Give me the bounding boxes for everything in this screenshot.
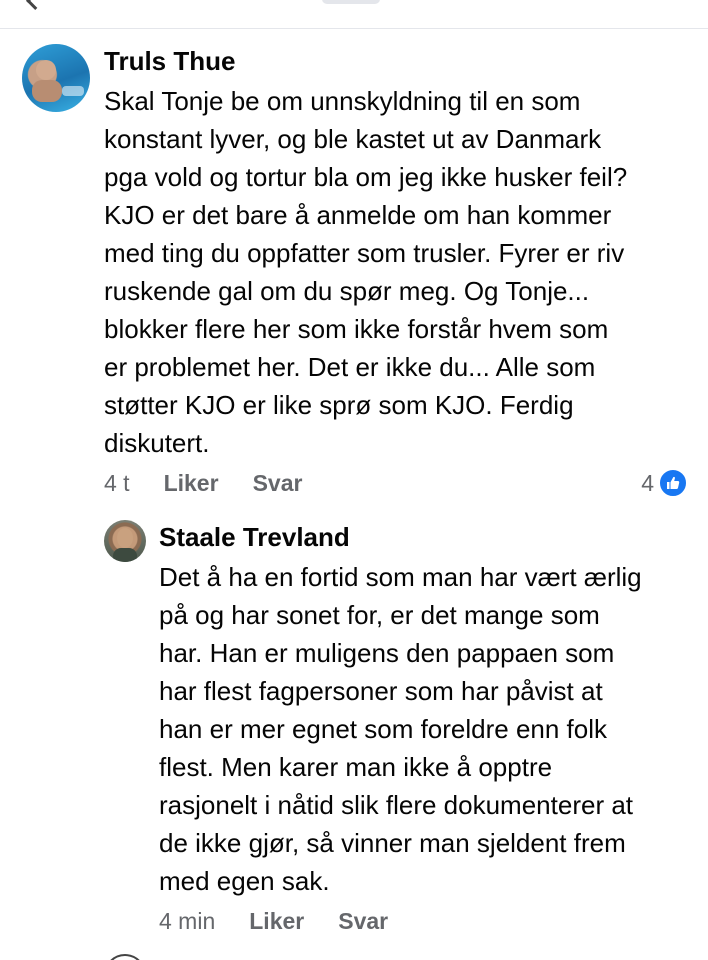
comment-line: støtter KJO er like sprø som KJO. Ferdig (104, 390, 574, 420)
comment-line: rasjonelt i nåtid slik flere dokumentere… (159, 790, 634, 820)
comment-line: blokker flere her som ikke forstår hvem … (104, 314, 609, 344)
reaction-count: 4 (641, 469, 654, 496)
comment-line: ruskende gal om du spør meg. Og Tonje... (104, 276, 590, 306)
comment-line: med ting du oppfatter som trusler. Fyrer… (104, 238, 625, 268)
comment-line: KJO er det bare å anmelde om han kommer (104, 200, 612, 230)
comment-line: på og har sonet for, er det mange som (159, 600, 600, 630)
comment-author[interactable]: Truls Thue (104, 46, 235, 77)
comment-body: Det å ha en fortid som man har vært ærli… (159, 558, 699, 900)
comment-line: pga vold og tortur bla om jeg ikke huske… (104, 162, 628, 192)
comment-line: han er mer egnet som foreldre enn folk (159, 714, 608, 744)
comment-line: de ikke gjør, så vinner man sjeldent fre… (159, 828, 626, 858)
reply-button[interactable]: Svar (338, 908, 388, 935)
reply-button[interactable]: Svar (253, 470, 303, 497)
comment-actions: 4 t Liker Svar (104, 470, 336, 497)
top-title-remnant (322, 0, 380, 4)
next-comment-avatar-remnant (104, 954, 146, 960)
comment-line: konstant lyver, og ble kastet ut av Danm… (104, 124, 602, 154)
reaction-summary[interactable]: 4 (641, 468, 688, 498)
comment-line: flest. Men karer man ikke å opptre (159, 752, 553, 782)
comment-body: Skal Tonje be om unnskyldning til en som… (104, 82, 694, 462)
comment-line: diskutert. (104, 428, 210, 458)
comment-line: har flest fagpersoner som har påvist at (159, 676, 603, 706)
comment-line: med egen sak. (159, 866, 330, 896)
comment-timestamp[interactable]: 4 min (159, 908, 215, 935)
comment-line: Det å ha en fortid som man har vært ærli… (159, 562, 642, 592)
like-thumb-icon (658, 468, 688, 498)
like-button[interactable]: Liker (164, 470, 219, 497)
back-arrow-icon[interactable] (26, 0, 43, 10)
avatar[interactable] (104, 520, 146, 562)
comment-line: har. Han er muligens den pappaen som (159, 638, 615, 668)
comment-line: er problemet her. Det er ikke du... Alle… (104, 352, 596, 382)
comment-actions: 4 min Liker Svar (159, 908, 422, 935)
avatar-photo (113, 528, 137, 562)
avatar[interactable] (22, 44, 90, 112)
comment-author[interactable]: Staale Trevland (159, 522, 350, 553)
like-button[interactable]: Liker (249, 908, 304, 935)
comment-timestamp[interactable]: 4 t (104, 470, 130, 497)
top-bar-remnant (0, 0, 708, 29)
comment-line: Skal Tonje be om unnskyldning til en som (104, 86, 581, 116)
avatar-photo (32, 60, 84, 102)
